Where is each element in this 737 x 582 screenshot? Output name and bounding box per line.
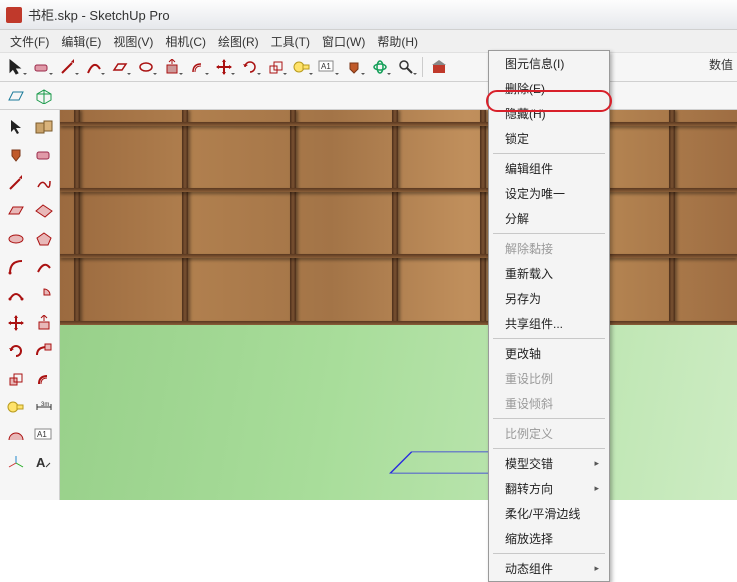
ctx-lock[interactable]: 锁定 — [489, 126, 609, 151]
ctx-hide[interactable]: 隐藏(H) — [489, 101, 609, 126]
arc-side[interactable] — [3, 254, 29, 280]
ctx-reset-scale: 重设比例 — [489, 366, 609, 391]
model-viewport[interactable] — [60, 110, 737, 500]
axes-side[interactable] — [3, 450, 29, 476]
menu-edit[interactable]: 编辑(E) — [55, 31, 107, 52]
menu-view[interactable]: 视图(V) — [107, 31, 159, 52]
rotate-side[interactable] — [3, 338, 29, 364]
component-tool-side[interactable] — [31, 114, 57, 140]
ctx-soften[interactable]: 柔化/平滑边线 — [489, 501, 609, 526]
ctx-unglue: 解除黏接 — [489, 236, 609, 261]
ctx-intersect[interactable]: 模型交错 — [489, 451, 609, 476]
workspace: 3m A1 A — [0, 110, 737, 500]
ctx-share-component[interactable]: 共享组件... — [489, 311, 609, 336]
ctx-separator — [493, 418, 605, 419]
svg-text:A1: A1 — [321, 62, 331, 71]
offset-tool[interactable] — [186, 55, 210, 79]
menu-file[interactable]: 文件(F) — [4, 31, 55, 52]
ctx-reset-skew: 重设倾斜 — [489, 391, 609, 416]
menu-tools[interactable]: 工具(T) — [265, 31, 316, 52]
paint-tool[interactable] — [342, 55, 366, 79]
ctx-separator — [493, 448, 605, 449]
ctx-separator — [493, 153, 605, 154]
pushpull-side[interactable] — [31, 310, 57, 336]
measurements-label: 数值 — [709, 56, 733, 73]
main-toolbar: A1 — [0, 52, 737, 82]
scale-tool[interactable] — [264, 55, 288, 79]
app-icon — [6, 7, 22, 23]
move-side[interactable] — [3, 310, 29, 336]
wireframe-icon[interactable] — [4, 84, 28, 108]
ctx-make-unique[interactable]: 设定为唯一 — [489, 181, 609, 206]
offset-side[interactable] — [31, 366, 57, 392]
svg-text:A1: A1 — [37, 430, 47, 439]
isometric-icon[interactable] — [32, 84, 56, 108]
rect-side[interactable] — [3, 198, 29, 224]
circle-side[interactable] — [3, 226, 29, 252]
ctx-save-as[interactable]: 另存为 — [489, 286, 609, 311]
title-bar: 书柜.skp - SketchUp Pro — [0, 0, 737, 30]
ctx-change-axes[interactable]: 更改轴 — [489, 341, 609, 366]
rotated-rect-side[interactable] — [31, 198, 57, 224]
toolbar-separator — [422, 57, 423, 77]
ctx-edit-component[interactable]: 编辑组件 — [489, 156, 609, 181]
ctx-separator — [493, 553, 605, 554]
dimension-side[interactable]: 3m — [31, 394, 57, 420]
secondary-toolbar — [0, 82, 737, 110]
svg-text:A: A — [36, 455, 46, 470]
menu-help[interactable]: 帮助(H) — [371, 31, 424, 52]
ctx-dynamic-components[interactable]: 动态组件 — [489, 556, 609, 581]
paint-bucket-side[interactable] — [3, 142, 29, 168]
menu-draw[interactable]: 绘图(R) — [212, 31, 265, 52]
ctx-separator — [493, 233, 605, 234]
circle-tool[interactable] — [134, 55, 158, 79]
ctx-separator — [493, 338, 605, 339]
window-title: 书柜.skp - SketchUp Pro — [28, 5, 170, 24]
zoom-tool[interactable] — [394, 55, 418, 79]
scale-side[interactable] — [3, 366, 29, 392]
followme-side[interactable] — [31, 338, 57, 364]
ctx-delete[interactable]: 删除(E) — [489, 76, 609, 101]
move-tool[interactable] — [212, 55, 236, 79]
svg-text:3m: 3m — [41, 402, 49, 408]
ctx-flip[interactable]: 翻转方向 — [489, 476, 609, 501]
select-tool-side[interactable] — [3, 114, 29, 140]
ctx-reload[interactable]: 重新载入 — [489, 261, 609, 286]
ctx-explode[interactable]: 分解 — [489, 206, 609, 231]
ctx-zoom-selection[interactable]: 缩放选择 — [489, 526, 609, 551]
menu-window[interactable]: 窗口(W) — [316, 31, 371, 52]
polygon-side[interactable] — [31, 226, 57, 252]
ctx-scale-definition: 比例定义 — [489, 421, 609, 446]
menu-camera[interactable]: 相机(C) — [159, 31, 212, 52]
text-side[interactable]: A1 — [31, 422, 57, 448]
2pt-arc-side[interactable] — [31, 254, 57, 280]
tape-side[interactable] — [3, 394, 29, 420]
ground-plane — [60, 325, 737, 501]
menu-bar: 文件(F) 编辑(E) 视图(V) 相机(C) 绘图(R) 工具(T) 窗口(W… — [0, 30, 737, 52]
rotate-tool[interactable] — [238, 55, 262, 79]
tape-tool[interactable] — [290, 55, 314, 79]
eraser-side[interactable] — [31, 142, 57, 168]
protractor-side[interactable] — [3, 422, 29, 448]
pie-side[interactable] — [31, 282, 57, 308]
arc-tool[interactable] — [82, 55, 106, 79]
context-menu: 图元信息(I) 删除(E) 隐藏(H) 锁定 编辑组件 设定为唯一 分解 解除黏… — [488, 50, 610, 582]
side-toolbox: 3m A1 A — [0, 110, 60, 500]
select-tool[interactable] — [4, 55, 28, 79]
3pt-arc-side[interactable] — [3, 282, 29, 308]
freehand-side[interactable] — [31, 170, 57, 196]
pushpull-tool[interactable] — [160, 55, 184, 79]
scene — [60, 110, 737, 500]
warehouse-icon[interactable] — [427, 55, 451, 79]
pencil-side[interactable] — [3, 170, 29, 196]
rect-tool[interactable] — [108, 55, 132, 79]
3dtext-side[interactable]: A — [31, 450, 57, 476]
eraser-tool[interactable] — [30, 55, 54, 79]
line-tool[interactable] — [56, 55, 80, 79]
text-tool[interactable]: A1 — [316, 55, 340, 79]
orbit-tool[interactable] — [368, 55, 392, 79]
ctx-entity-info[interactable]: 图元信息(I) — [489, 51, 609, 76]
